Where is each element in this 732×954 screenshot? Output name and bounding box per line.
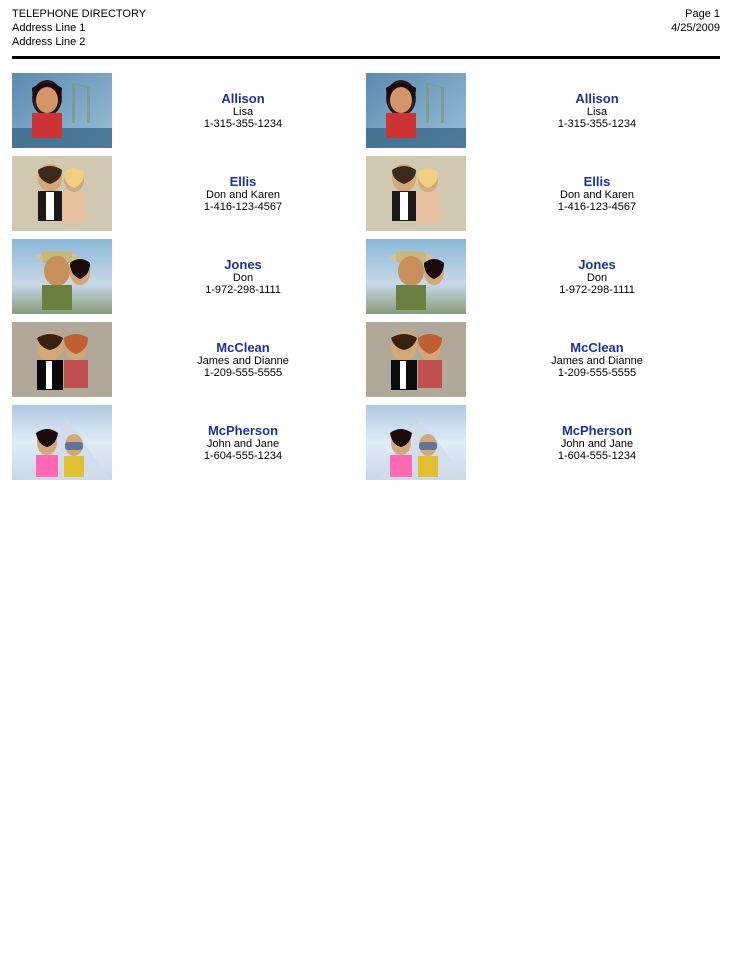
list-item: McPhersonJohn and Jane1-604-555-1234 bbox=[366, 405, 720, 480]
page-number: Page 1 bbox=[685, 8, 720, 20]
entry-person: James and Dianne bbox=[197, 355, 289, 367]
entry-info: EllisDon and Karen1-416-123-4567 bbox=[120, 174, 366, 213]
entry-phone: 1-416-123-4567 bbox=[204, 201, 282, 213]
entry-person: James and Dianne bbox=[551, 355, 643, 367]
page-date: 4/25/2009 bbox=[671, 22, 720, 34]
entry-photo bbox=[366, 73, 466, 148]
entry-phone: 1-972-298-1111 bbox=[205, 284, 281, 296]
address-line1: Address Line 1 bbox=[12, 22, 146, 34]
entry-name: McPherson bbox=[208, 423, 278, 438]
entry-photo bbox=[366, 239, 466, 314]
entry-name: McClean bbox=[570, 340, 623, 355]
entry-photo bbox=[366, 156, 466, 231]
list-item: McCleanJames and Dianne1-209-555-5555 bbox=[12, 322, 366, 397]
entry-person: Don bbox=[233, 272, 253, 284]
entry-phone: 1-604-555-1234 bbox=[204, 450, 282, 462]
entry-phone: 1-315-355-1234 bbox=[204, 118, 282, 130]
entry-name: Allison bbox=[575, 91, 618, 106]
list-item: McPhersonJohn and Jane1-604-555-1234 bbox=[12, 405, 366, 480]
entry-info: AllisonLisa1-315-355-1234 bbox=[120, 91, 366, 130]
page-header: TELEPHONE DIRECTORY Address Line 1 Addre… bbox=[0, 0, 732, 52]
header-right: Page 1 4/25/2009 bbox=[671, 8, 720, 34]
list-item: EllisDon and Karen1-416-123-4567 bbox=[366, 156, 720, 231]
entry-person: Don bbox=[587, 272, 607, 284]
list-item: JonesDon1-972-298-1111 bbox=[366, 239, 720, 314]
entry-person: John and Jane bbox=[207, 438, 279, 450]
entry-photo bbox=[366, 322, 466, 397]
entry-info: McPhersonJohn and Jane1-604-555-1234 bbox=[474, 423, 720, 462]
entry-photo bbox=[12, 239, 112, 314]
list-item: JonesDon1-972-298-1111 bbox=[12, 239, 366, 314]
directory-body: AllisonLisa1-315-355-1234 EllisDon and K… bbox=[0, 65, 732, 496]
entry-name: Jones bbox=[578, 257, 616, 272]
entry-info: McCleanJames and Dianne1-209-555-5555 bbox=[120, 340, 366, 379]
entry-name: Ellis bbox=[230, 174, 257, 189]
entry-info: JonesDon1-972-298-1111 bbox=[120, 257, 366, 296]
entry-name: Ellis bbox=[584, 174, 611, 189]
list-item: AllisonLisa1-315-355-1234 bbox=[366, 73, 720, 148]
header-divider bbox=[12, 56, 720, 59]
entry-phone: 1-315-355-1234 bbox=[558, 118, 636, 130]
entry-photo bbox=[12, 405, 112, 480]
header-left: TELEPHONE DIRECTORY Address Line 1 Addre… bbox=[12, 8, 146, 48]
entry-info: EllisDon and Karen1-416-123-4567 bbox=[474, 174, 720, 213]
entry-info: McPhersonJohn and Jane1-604-555-1234 bbox=[120, 423, 366, 462]
address-line2: Address Line 2 bbox=[12, 36, 146, 48]
column-left: AllisonLisa1-315-355-1234 EllisDon and K… bbox=[12, 73, 366, 488]
entry-phone: 1-972-298-1111 bbox=[559, 284, 635, 296]
columns-wrapper: AllisonLisa1-315-355-1234 EllisDon and K… bbox=[12, 73, 720, 488]
entry-info: McCleanJames and Dianne1-209-555-5555 bbox=[474, 340, 720, 379]
entry-phone: 1-209-555-5555 bbox=[204, 367, 282, 379]
page-title: TELEPHONE DIRECTORY bbox=[12, 8, 146, 20]
column-right: AllisonLisa1-315-355-1234 EllisDon and K… bbox=[366, 73, 720, 488]
entry-person: Lisa bbox=[233, 106, 253, 118]
entry-name: McClean bbox=[216, 340, 269, 355]
divider-container bbox=[0, 52, 732, 65]
entry-info: JonesDon1-972-298-1111 bbox=[474, 257, 720, 296]
entry-name: Jones bbox=[224, 257, 262, 272]
entry-person: Don and Karen bbox=[206, 189, 280, 201]
entry-phone: 1-604-555-1234 bbox=[558, 450, 636, 462]
entry-phone: 1-209-555-5555 bbox=[558, 367, 636, 379]
entry-person: Lisa bbox=[587, 106, 607, 118]
entry-name: Allison bbox=[221, 91, 264, 106]
entry-person: John and Jane bbox=[561, 438, 633, 450]
entry-person: Don and Karen bbox=[560, 189, 634, 201]
entry-phone: 1-416-123-4567 bbox=[558, 201, 636, 213]
list-item: AllisonLisa1-315-355-1234 bbox=[12, 73, 366, 148]
entry-info: AllisonLisa1-315-355-1234 bbox=[474, 91, 720, 130]
list-item: EllisDon and Karen1-416-123-4567 bbox=[12, 156, 366, 231]
entry-photo bbox=[366, 405, 466, 480]
entry-photo bbox=[12, 156, 112, 231]
entry-photo bbox=[12, 322, 112, 397]
list-item: McCleanJames and Dianne1-209-555-5555 bbox=[366, 322, 720, 397]
entry-name: McPherson bbox=[562, 423, 632, 438]
entry-photo bbox=[12, 73, 112, 148]
